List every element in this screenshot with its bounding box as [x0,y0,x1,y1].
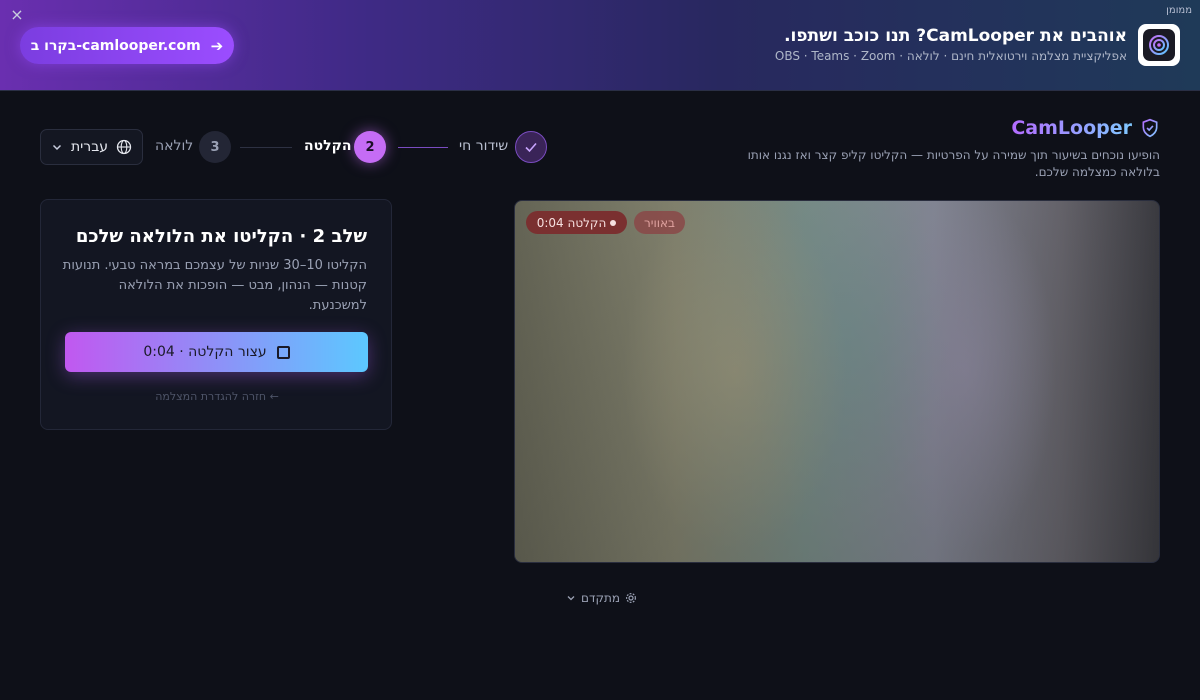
camera-preview: הקלטה 0:04 באוויר [514,200,1160,563]
stepper: שידור חי 2 הקלטה 3 לולאה [0,130,1200,164]
banner-subtitle: אפליקציית מצלמה וירטואלית חינם · לולאה ·… [774,49,1127,63]
step-3-circle: 3 [199,131,231,163]
visit-site-button[interactable]: בקרו ב-camlooper.com ➔ [20,27,234,64]
recording-badge: הקלטה 0:04 [526,211,627,234]
recording-badge-label: הקלטה 0:04 [536,215,607,230]
step-2-label: הקלטה [304,138,352,154]
language-select[interactable]: עברית [40,129,143,165]
chevron-down-icon [567,596,575,601]
step-3-label: לולאה [155,138,194,154]
step-description: הקליטו 10–30 שניות של עצמכם במראה טבעי. … [62,258,367,313]
check-icon [525,142,537,153]
back-to-camera-setup-link[interactable]: ← חזרה להגדרת המצלמה [41,390,393,403]
record-step-card: שלב 2 · הקליטו את הלולאה שלכם הקליטו 10–… [40,199,392,430]
step-connector-2 [240,147,292,148]
step-connector-1 [398,147,448,148]
stop-square-icon [276,345,290,359]
recording-dot-icon [610,219,617,226]
sponsored-label: ממומן [1166,5,1192,16]
visit-site-label: בקרו ב-camlooper.com [30,37,201,54]
globe-icon [116,139,132,155]
camlooper-logo-icon [1138,24,1180,66]
chevron-down-icon [52,144,61,151]
banner-title: אוהבים את CamLooper? תנו כוכב ושתפו. [784,26,1127,46]
step-heading: שלב 2 · הקליטו את הלולאה שלכם [75,226,367,247]
promo-banner: ממומן × אוהבים את CamLooper? תנו כוכב וש… [0,0,1200,91]
gear-icon [626,592,637,604]
advanced-toggle[interactable]: מתקדם [566,591,637,605]
stop-recording-button[interactable]: עצור הקלטה · 0:04 [65,332,368,372]
live-badge: באוויר [634,211,685,234]
language-label: עברית [70,139,109,155]
advanced-label: מתקדם [581,591,621,605]
stop-recording-label: עצור הקלטה · 0:04 [143,344,267,360]
step-1-circle [515,131,547,163]
arrow-right-icon: ➔ [210,36,224,55]
step-2-circle: 2 [354,131,386,163]
step-1-label: שידור חי [459,138,509,154]
close-icon[interactable]: × [8,6,26,24]
